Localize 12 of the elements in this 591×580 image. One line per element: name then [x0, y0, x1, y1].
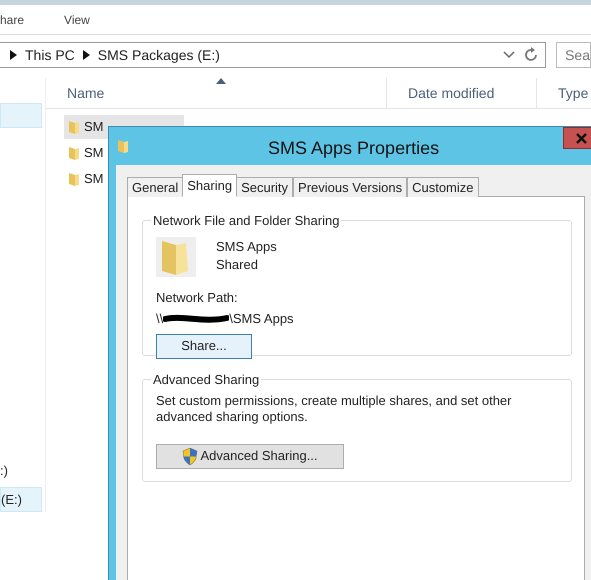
path-label: Network Path: — [156, 288, 238, 306]
group-heading: Advanced Sharing — [152, 371, 260, 389]
share-status: Shared — [216, 256, 259, 274]
folder-name: SMS Apps — [216, 238, 277, 256]
file-name: SM — [84, 118, 104, 136]
path-suffix: \SMS Apps — [229, 310, 294, 328]
path-prefix: \\ — [156, 310, 164, 328]
file-name: SM — [84, 170, 104, 188]
description-text: Set custom permissions, create multiple shares, and set other advanced sharing options. — [156, 392, 512, 424]
group-heading: Network File and Folder Sharing — [152, 212, 340, 230]
file-name: SM — [84, 144, 104, 162]
window-title: SMS Apps Properties — [268, 137, 440, 160]
